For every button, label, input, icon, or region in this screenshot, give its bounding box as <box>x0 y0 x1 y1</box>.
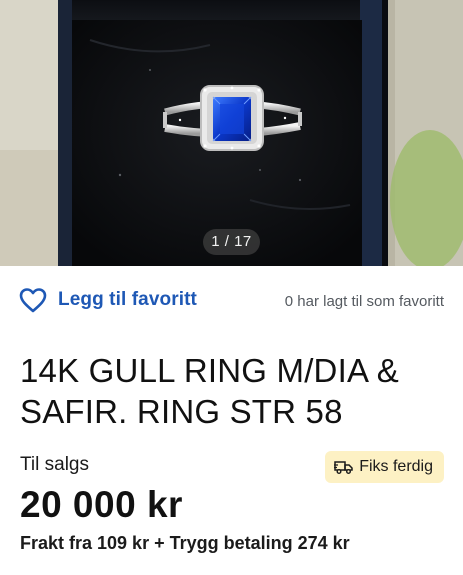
heart-outline-icon <box>19 288 47 313</box>
sale-status: Til salgs <box>20 454 89 475</box>
delivery-truck-icon <box>334 461 353 474</box>
price: 20 000 kr <box>20 484 183 525</box>
ring-photo <box>0 0 463 266</box>
product-image[interactable]: 1 / 17 <box>0 0 463 266</box>
add-favorite-button[interactable]: Legg til favoritt <box>18 286 197 314</box>
favorite-count: 0 har lagt til som favoritt <box>284 293 444 310</box>
image-counter: 1 / 17 <box>203 229 260 255</box>
favorite-row: Legg til favoritt 0 har lagt til som fav… <box>0 282 463 318</box>
badge-label: Fiks ferdig <box>359 458 433 475</box>
listing-title: 14K GULL RING M/DIA & SAFIR. RING STR 58 <box>20 352 399 430</box>
fiks-ferdig-badge[interactable]: Fiks ferdig <box>325 451 444 483</box>
shipping-info: Frakt fra 109 kr + Trygg betaling 274 kr <box>20 533 350 553</box>
add-favorite-label: Legg til favoritt <box>58 289 197 310</box>
